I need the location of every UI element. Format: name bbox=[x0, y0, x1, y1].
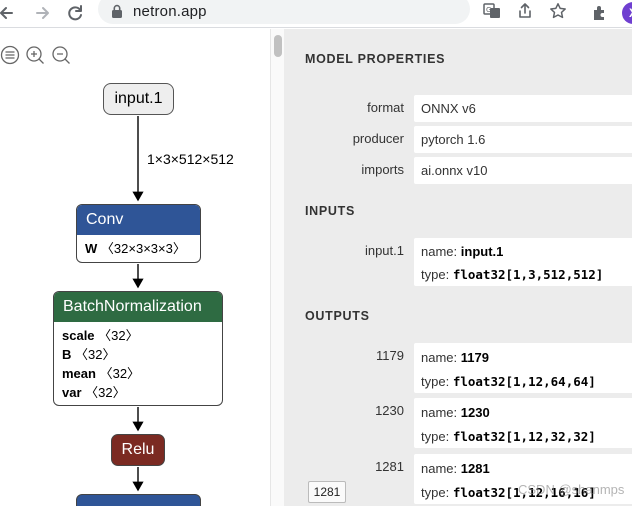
node-input[interactable]: input.1 bbox=[103, 83, 174, 115]
bookmark-star-icon[interactable] bbox=[549, 2, 567, 20]
node-attribute: B 〈32〉 bbox=[62, 347, 116, 362]
node-batchnorm-title: BatchNormalization bbox=[54, 292, 222, 322]
output-name-label: 1179 bbox=[376, 348, 404, 363]
svg-text:G: G bbox=[486, 6, 491, 14]
node-attribute: W 〈32×3×3×3〉 bbox=[85, 241, 186, 256]
reload-icon[interactable] bbox=[64, 2, 86, 24]
outputs-title: OUTPUTS bbox=[305, 309, 370, 323]
model-properties-title: MODEL PROPERTIES bbox=[305, 52, 446, 66]
browser-toolbar: netron.app G X bbox=[0, 0, 632, 28]
properties-sidebar: MODEL PROPERTIES format ONNX v6 producer… bbox=[284, 29, 632, 506]
input-name-row: name: input.1 bbox=[421, 244, 504, 259]
node-relu[interactable]: Relu bbox=[111, 434, 165, 466]
output-name-label: 1281 bbox=[375, 459, 404, 474]
output-name-row: name: 1281 bbox=[421, 461, 490, 476]
output-name-row: name: 1179 bbox=[421, 350, 489, 365]
address-bar[interactable]: netron.app G bbox=[98, 0, 566, 24]
output-type-row: type: float32[1,12,64,64] bbox=[421, 374, 596, 389]
node-conv-title: Conv bbox=[77, 205, 200, 235]
back-arrow-icon[interactable] bbox=[0, 2, 18, 24]
extensions-puzzle-icon[interactable] bbox=[590, 3, 610, 23]
share-icon[interactable] bbox=[516, 2, 534, 20]
input-name-label: input.1 bbox=[364, 243, 404, 258]
node-batchnorm[interactable]: BatchNormalization scale 〈32〉 B 〈32〉 mea… bbox=[53, 291, 223, 406]
edge-shape-label: 1×3×512×512 bbox=[147, 151, 234, 167]
lock-icon[interactable] bbox=[110, 4, 124, 18]
prop-producer-value: pytorch 1.6 bbox=[414, 126, 632, 153]
graph-scrollbar[interactable] bbox=[270, 29, 284, 506]
input-type-row: type: float32[1,3,512,512] bbox=[421, 267, 604, 282]
translate-icon[interactable]: G bbox=[483, 2, 501, 20]
node-next-partial[interactable] bbox=[76, 494, 201, 506]
output-details[interactable]: name: 1230 type: float32[1,12,32,32] bbox=[414, 398, 632, 448]
prop-imports-label: imports bbox=[361, 162, 404, 177]
node-attribute: mean 〈32〉 bbox=[62, 366, 141, 381]
hover-tooltip: 1281 bbox=[308, 481, 346, 503]
output-details[interactable]: name: 1179 type: float32[1,12,64,64] bbox=[414, 343, 632, 393]
prop-producer-label: producer bbox=[352, 131, 404, 146]
graph-view[interactable]: input.1 1×3×512×512 Conv W 〈32×3×3×3〉 Ba… bbox=[0, 29, 270, 506]
node-attribute: scale 〈32〉 bbox=[62, 328, 139, 343]
prop-format-value: ONNX v6 bbox=[414, 95, 632, 122]
output-name-label: 1230 bbox=[375, 403, 404, 418]
profile-avatar[interactable]: X bbox=[622, 2, 632, 24]
inputs-title: INPUTS bbox=[305, 204, 356, 218]
prop-format-label: format bbox=[367, 100, 404, 115]
forward-arrow-icon[interactable] bbox=[31, 2, 53, 24]
scrollbar-thumb[interactable] bbox=[274, 35, 282, 57]
url-text[interactable]: netron.app bbox=[133, 3, 207, 20]
output-name-row: name: 1230 bbox=[421, 405, 490, 420]
node-conv[interactable]: Conv W 〈32×3×3×3〉 bbox=[76, 204, 201, 263]
prop-imports-value: ai.onnx v10 bbox=[414, 157, 632, 184]
output-type-row: type: float32[1,12,32,32] bbox=[421, 429, 596, 444]
node-attribute: var 〈32〉 bbox=[62, 385, 126, 400]
watermark: CSDN @shanmps bbox=[518, 482, 625, 497]
input-details[interactable]: name: input.1 type: float32[1,3,512,512] bbox=[414, 238, 632, 286]
